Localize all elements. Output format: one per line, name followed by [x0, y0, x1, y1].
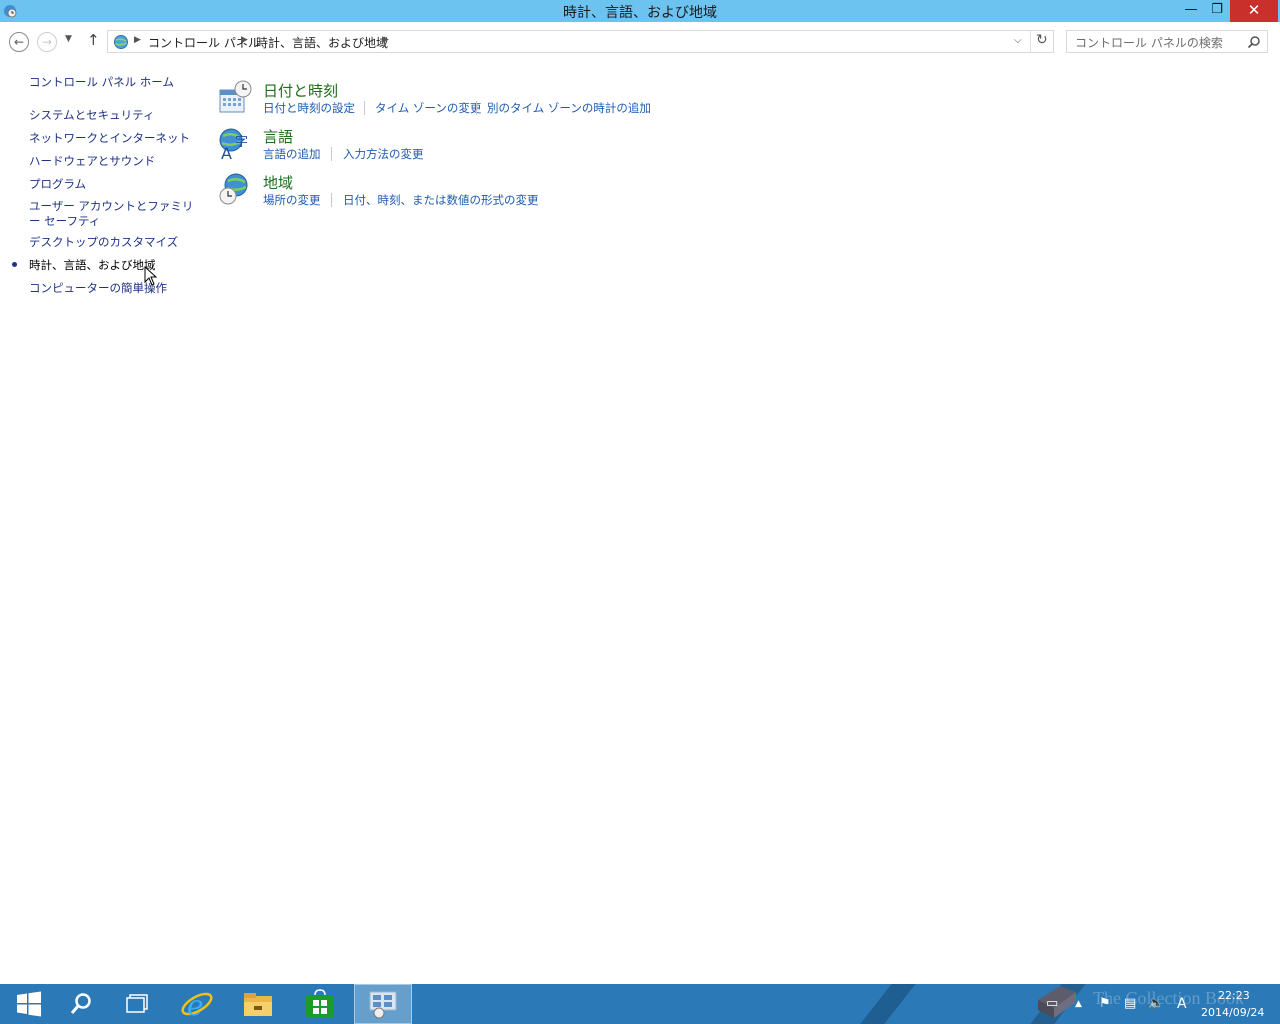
ime-mode-indicator[interactable]: A [1177, 996, 1187, 1012]
link-change-time-zone[interactable]: タイム ゾーンの変更 [375, 100, 481, 116]
link-separator [476, 101, 477, 115]
link-separator [331, 147, 332, 161]
navigation-bar: ← → ▼ ↑ ▶ コントロール パネル ▶ 時計、言語、および地域 ▶ ⌵ ↻… [0, 22, 1280, 60]
clock-date[interactable]: 2014/09/24 [1201, 1006, 1264, 1019]
chevron-down-icon: ▼ [65, 34, 72, 44]
task-view-button[interactable] [108, 984, 166, 1024]
internet-explorer-icon: e [181, 989, 213, 1021]
link-change-location[interactable]: 場所の変更 [263, 192, 321, 208]
svg-text:e: e [187, 989, 204, 1021]
sidebar-home-link[interactable]: コントロール パネル ホーム [29, 74, 174, 90]
internet-explorer-button[interactable]: e [168, 984, 226, 1024]
file-explorer-icon [244, 993, 272, 1016]
breadcrumb-separator-icon[interactable]: ▶ [241, 35, 248, 45]
taskbar-decoration [844, 984, 924, 1024]
recent-locations-button[interactable]: ▼ [65, 34, 72, 44]
svg-text:A: A [221, 144, 232, 160]
taskbar-search-button[interactable] [52, 984, 110, 1024]
current-item-bullet [12, 262, 17, 267]
link-set-date-time[interactable]: 日付と時刻の設定 [263, 100, 355, 116]
sidebar-item-appearance[interactable]: デスクトップのカスタマイズ [29, 234, 178, 250]
category-region-title[interactable]: 地域 [263, 172, 293, 193]
back-button[interactable]: ← [9, 32, 29, 52]
forward-arrow-icon: → [41, 35, 53, 49]
link-change-input-methods[interactable]: 入力方法の変更 [343, 146, 424, 162]
language-globe-icon[interactable]: 字 A [218, 126, 252, 160]
search-placeholder: コントロール パネルの検索 [1075, 36, 1223, 50]
address-divider [1030, 31, 1031, 52]
store-icon [306, 989, 334, 1018]
search-box[interactable]: コントロール パネルの検索 [1066, 30, 1268, 53]
search-icon [70, 993, 91, 1014]
show-hidden-icons-chevron-icon[interactable]: ▲ [1075, 999, 1082, 1009]
sidebar-item-network-internet[interactable]: ネットワークとインターネット [29, 130, 190, 146]
keyboard-icon[interactable]: ▭ [1046, 996, 1058, 1011]
control-panel-taskbar-button[interactable] [354, 984, 412, 1024]
control-panel-globe-icon [114, 35, 128, 49]
clock-time[interactable]: 22:23 [1218, 989, 1250, 1002]
sidebar-item-user-accounts[interactable]: ユーザー アカウントとファミリー セーフティ [29, 199, 194, 229]
breadcrumb-separator-icon[interactable]: ▶ [382, 35, 389, 45]
control-panel-icon [369, 991, 397, 1019]
restore-button[interactable]: ❐ [1204, 0, 1230, 22]
minimize-button[interactable]: — [1178, 0, 1204, 22]
link-separator [364, 101, 365, 115]
start-icon [17, 991, 41, 1017]
svg-text:字: 字 [235, 135, 248, 150]
address-bar[interactable]: ▶ コントロール パネル ▶ 時計、言語、および地域 ▶ ⌵ ↻ [107, 30, 1054, 53]
sidebar-item-hardware-sound[interactable]: ハードウェアとサウンド [29, 153, 155, 169]
sidebar-item-programs[interactable]: プログラム [29, 176, 86, 192]
forward-button[interactable]: → [37, 32, 57, 52]
network-icon[interactable]: ▤ [1124, 996, 1136, 1011]
volume-icon[interactable]: 🔈 [1148, 996, 1164, 1011]
mouse-cursor-icon [144, 266, 158, 286]
refresh-icon[interactable]: ↻ [1036, 32, 1048, 48]
link-add-language[interactable]: 言語の追加 [263, 146, 321, 162]
taskbar: e The Collection Book ▭ ▲ ⚑ ▤ 🔈 A 22:23 … [0, 984, 1280, 1024]
calendar-clock-icon[interactable] [218, 80, 252, 114]
action-center-flag-icon[interactable]: ⚑ [1099, 996, 1111, 1011]
file-explorer-button[interactable] [229, 984, 287, 1024]
breadcrumb-clock-language-region[interactable]: 時計、言語、および地域 [256, 34, 388, 51]
sidebar-item-system-security[interactable]: システムとセキュリティ [29, 107, 154, 123]
category-language-title[interactable]: 言語 [263, 126, 293, 147]
link-change-formats[interactable]: 日付、時刻、または数値の形式の変更 [343, 192, 539, 208]
breadcrumb-separator-icon[interactable]: ▶ [134, 35, 141, 45]
search-icon[interactable] [1247, 35, 1261, 49]
back-arrow-icon: ← [13, 35, 25, 49]
start-button[interactable] [0, 984, 58, 1024]
category-date-time-title[interactable]: 日付と時刻 [263, 80, 338, 101]
up-button[interactable]: ↑ [87, 31, 100, 49]
link-separator [331, 193, 332, 207]
region-globe-clock-icon[interactable] [218, 172, 252, 206]
store-button[interactable] [291, 984, 349, 1024]
address-dropdown-chevron-icon[interactable]: ⌵ [1014, 35, 1022, 46]
close-button[interactable]: ✕ [1230, 0, 1278, 22]
sidebar-item-clock-language-region[interactable]: 時計、言語、および地域 [29, 257, 156, 273]
title-bar: 時計、言語、および地域 — ❐ ✕ [0, 0, 1280, 22]
window-title: 時計、言語、および地域 [563, 5, 717, 21]
task-view-icon [126, 994, 148, 1013]
up-arrow-icon: ↑ [87, 31, 100, 49]
link-add-clocks[interactable]: 別のタイム ゾーンの時計の追加 [487, 100, 651, 116]
